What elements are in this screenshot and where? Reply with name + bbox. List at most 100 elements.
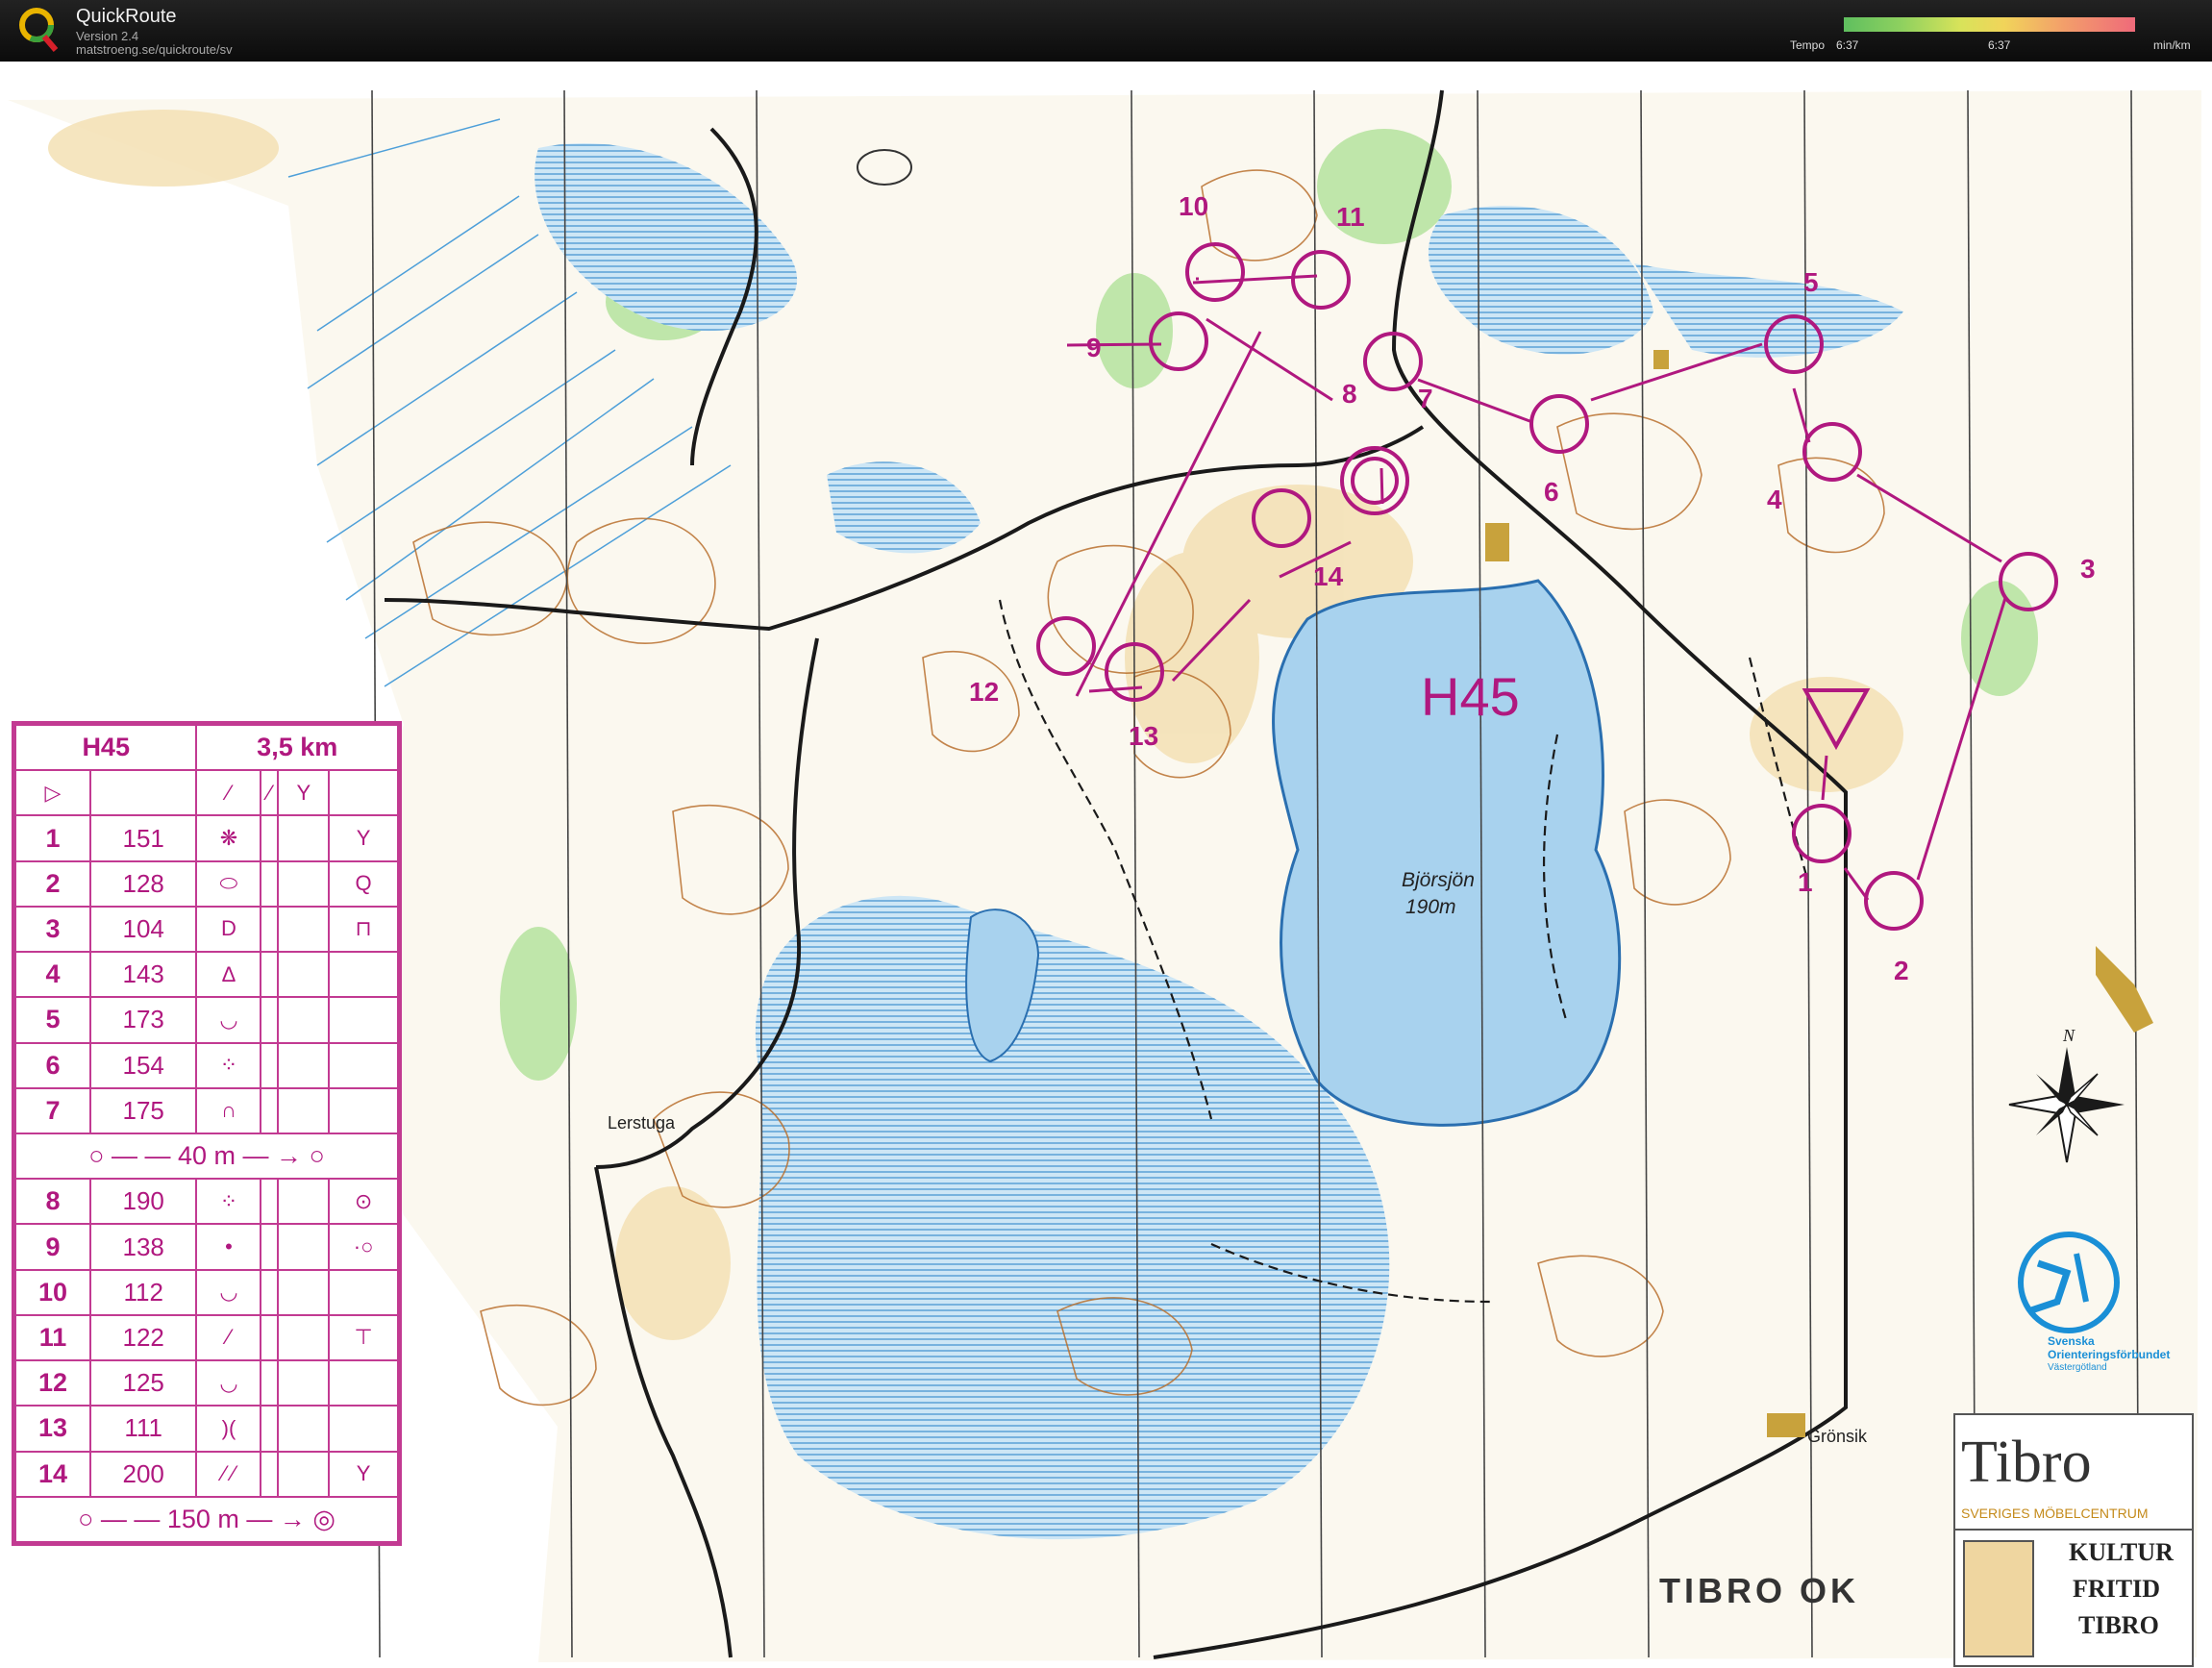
desc-empty bbox=[277, 1268, 331, 1316]
tibro-kultur-text: TIBRO bbox=[2078, 1611, 2159, 1639]
desc-empty bbox=[260, 1223, 280, 1271]
desc-empty bbox=[277, 1359, 331, 1407]
desc-extra-symbol: Y bbox=[328, 1450, 399, 1498]
fritid-text: FRITID bbox=[2073, 1575, 2161, 1603]
desc-empty bbox=[260, 951, 280, 999]
desc-control-code: 143 bbox=[88, 951, 198, 999]
desc-empty bbox=[277, 996, 331, 1044]
desc-row: 5 173 ◡ bbox=[14, 996, 399, 1044]
svg-text:N: N bbox=[2062, 1026, 2075, 1045]
desc-control-code: 122 bbox=[88, 1313, 198, 1362]
desc-class: H45 bbox=[13, 723, 198, 772]
tempo-color-scale bbox=[1844, 17, 2135, 32]
control-number-4: 4 bbox=[1767, 485, 1782, 514]
desc-extra-symbol bbox=[328, 1086, 399, 1134]
title-bar: QuickRoute Version 2.4 matstroeng.se/qui… bbox=[0, 0, 2212, 62]
desc-feature-symbol: ⬭ bbox=[195, 859, 262, 908]
orienteering-map[interactable]: N 1 2 3 4 5 6 7 8 9 10 11 12 13 14 H45 B… bbox=[0, 62, 2212, 1668]
desc-control-number: 3 bbox=[14, 905, 91, 954]
desc-extra-symbol bbox=[328, 951, 399, 999]
desc-feature-symbol: ◡ bbox=[195, 1268, 262, 1316]
tempo-min: 6:37 bbox=[1836, 38, 1859, 52]
desc-feature-symbol: ❋ bbox=[195, 814, 262, 862]
desc-rows-2: 8 190 ⁘ ⊙ 9 138 • ·○ 10 112 ◡ 11 122 ⁄ ⊤ 12 125 ◡ 13 111)(1… bbox=[14, 1178, 399, 1498]
course-name: H45 bbox=[1421, 666, 1520, 727]
desc-row: 7 175 ∩ bbox=[14, 1086, 399, 1134]
desc-row: 9 138 • ·○ bbox=[14, 1223, 399, 1271]
desc-control-number: 9 bbox=[14, 1223, 91, 1271]
desc-empty bbox=[260, 859, 280, 908]
desc-empty bbox=[260, 1405, 280, 1453]
desc-feature-symbol: ⁘ bbox=[195, 1041, 262, 1089]
desc-empty bbox=[277, 1450, 331, 1498]
desc-start-sym3-icon: Y bbox=[277, 769, 331, 817]
desc-extra-symbol bbox=[328, 1359, 399, 1407]
desc-empty bbox=[277, 1041, 331, 1089]
desc-row: 13 111)( bbox=[14, 1405, 399, 1453]
desc-control-number: 1 bbox=[14, 814, 91, 862]
quickroute-logo-icon bbox=[19, 8, 59, 52]
desc-row: 2 128 ⬭ Q bbox=[14, 859, 399, 908]
desc-feature-symbol: ◡ bbox=[195, 996, 262, 1044]
control-number-8: 8 bbox=[1342, 379, 1357, 409]
desc-control-code: 151 bbox=[88, 814, 198, 862]
lake-elevation: 190m bbox=[1405, 896, 1456, 918]
tibro-sponsor: Tibro SVERIGES MÖBELCENTRUM bbox=[1953, 1413, 2194, 1531]
desc-control-number: 10 bbox=[14, 1268, 91, 1316]
desc-empty bbox=[277, 814, 331, 862]
coat-of-arms-icon bbox=[1963, 1540, 2034, 1657]
desc-empty bbox=[260, 1313, 280, 1362]
desc-control-code: 111 bbox=[88, 1405, 198, 1453]
desc-extra-symbol: ⊤ bbox=[328, 1313, 399, 1362]
desc-empty bbox=[277, 1086, 331, 1134]
desc-feature-symbol: ∩ bbox=[195, 1086, 262, 1134]
desc-control-number: 4 bbox=[14, 951, 91, 999]
desc-empty bbox=[260, 1178, 280, 1226]
desc-empty bbox=[277, 905, 331, 954]
control-number-6: 6 bbox=[1544, 477, 1559, 507]
tempo-unit: min/km bbox=[2153, 38, 2191, 52]
app-title: QuickRoute bbox=[76, 6, 177, 27]
desc-empty bbox=[260, 905, 280, 954]
desc-control-code: 175 bbox=[88, 1086, 198, 1134]
desc-empty bbox=[260, 1086, 280, 1134]
control-number-12: 12 bbox=[969, 677, 1000, 707]
tibro-sub-text: SVERIGES MÖBELCENTRUM bbox=[1961, 1506, 2149, 1521]
desc-leg-40m: ○ — — 40 m — → ○ bbox=[14, 1132, 399, 1181]
desc-start-sym1-icon: ⁄ bbox=[195, 769, 262, 817]
control-number-13: 13 bbox=[1129, 721, 1159, 751]
desc-empty bbox=[277, 859, 331, 908]
desc-control-number: 8 bbox=[14, 1178, 91, 1226]
app-version: Version 2.4 bbox=[76, 29, 139, 43]
sof-name-3: Västergötland bbox=[2048, 1362, 2107, 1373]
desc-extra-symbol: ·○ bbox=[328, 1223, 399, 1271]
place-lerstuga: Lerstuga bbox=[608, 1113, 676, 1133]
desc-row: 11 122 ⁄ ⊤ bbox=[14, 1313, 399, 1362]
desc-extra-symbol: ⊙ bbox=[328, 1178, 399, 1226]
control-description-sheet: H45 3,5 km ▷ ⁄ ⁄ Y 1 151 ❋ Y 2 128 ⬭ Q 3 104 D ⊓ 4 14… bbox=[12, 721, 402, 1546]
kultur-text: KULTUR bbox=[2069, 1538, 2174, 1566]
desc-control-number: 5 bbox=[14, 996, 91, 1044]
desc-extra-symbol bbox=[328, 996, 399, 1044]
desc-rows-1: 1 151 ❋ Y 2 128 ⬭ Q 3 104 D ⊓ 4 143 Δ 5 173 ◡ 6 154 ⁘ 7 175 ∩ bbox=[14, 814, 399, 1134]
desc-control-code: 112 bbox=[88, 1268, 198, 1316]
desc-control-code: 125 bbox=[88, 1359, 198, 1407]
desc-feature-symbol: ⁘ bbox=[195, 1178, 262, 1226]
desc-feature-symbol: ◡ bbox=[195, 1359, 262, 1407]
desc-empty bbox=[277, 1223, 331, 1271]
desc-control-number: 2 bbox=[14, 859, 91, 908]
desc-empty bbox=[260, 996, 280, 1044]
desc-empty bbox=[260, 1450, 280, 1498]
desc-feature-symbol: D bbox=[195, 905, 262, 954]
control-number-7: 7 bbox=[1418, 384, 1433, 413]
desc-control-code: 128 bbox=[88, 859, 198, 908]
desc-control-code: 200 bbox=[88, 1450, 198, 1498]
desc-control-code: 104 bbox=[88, 905, 198, 954]
desc-row: 3 104 D ⊓ bbox=[14, 905, 399, 954]
desc-extra-symbol: Q bbox=[328, 859, 399, 908]
desc-length: 3,5 km bbox=[195, 723, 399, 772]
desc-empty bbox=[277, 951, 331, 999]
sof-name-1: Svenska bbox=[2048, 1334, 2095, 1348]
control-number-10: 10 bbox=[1179, 191, 1209, 221]
desc-extra-symbol bbox=[328, 1405, 399, 1453]
